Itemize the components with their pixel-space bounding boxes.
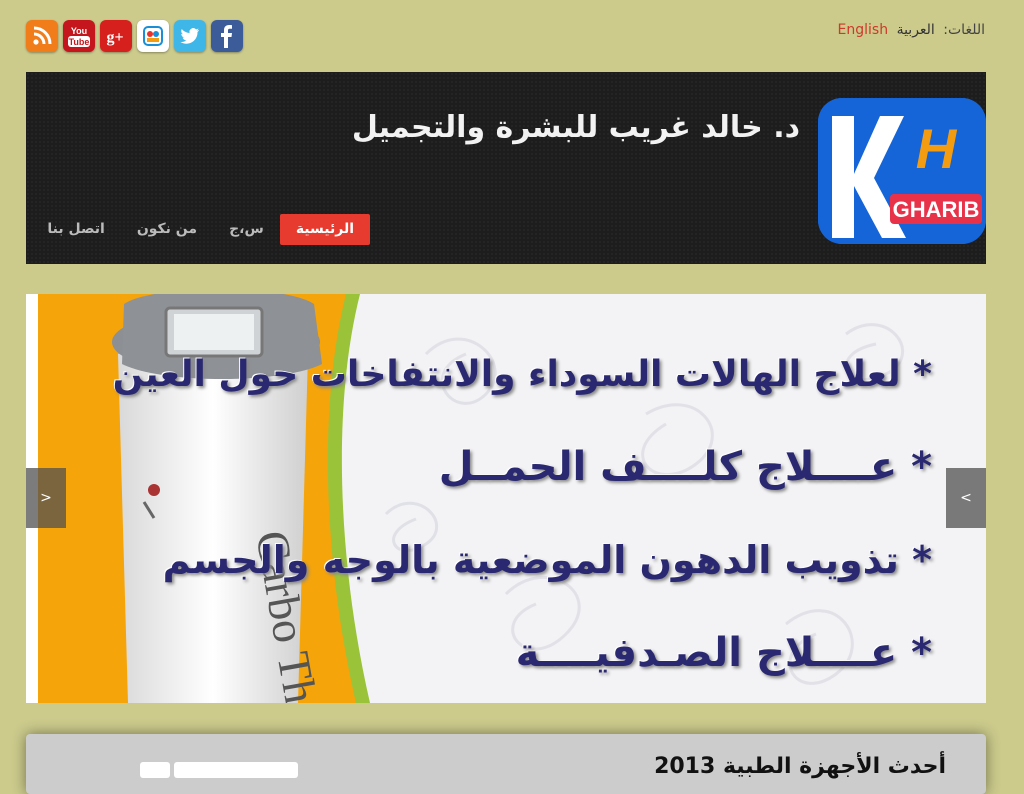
google-plus-icon[interactable]: g+ xyxy=(100,20,132,52)
slide-line: * لعلاج الهالات السوداء والانتفاخات حول … xyxy=(112,354,932,395)
twitter-icon[interactable] xyxy=(174,20,206,52)
slide-line: * عــــلاج الصـدفيــــة xyxy=(515,630,932,676)
section-heading: أحدث الأجهزة الطبية 2013 xyxy=(654,754,946,779)
share-widget[interactable] xyxy=(140,762,306,778)
nav-item-faq[interactable]: س،ج xyxy=(213,214,280,245)
facebook-icon[interactable] xyxy=(211,20,243,52)
slide-line: * تذويب الدهون الموضعية بالوجه والجسم xyxy=(162,538,932,582)
slide-line: * عــــلاج كلــــف الحمــل xyxy=(438,444,932,490)
slider-prev-button[interactable]: > xyxy=(26,468,66,528)
content-panel: أحدث الأجهزة الطبية 2013 xyxy=(26,734,986,794)
main-nav: الرئيسية س،ج من نكون اتصل بنا xyxy=(31,214,370,245)
site-logo[interactable]: H GHARIB xyxy=(818,98,986,244)
languages-label: اللغات: xyxy=(943,22,985,38)
youtube-icon[interactable]: You Tube xyxy=(63,20,95,52)
nav-item-home[interactable]: الرئيسية xyxy=(279,214,370,245)
svg-text:You: You xyxy=(71,26,87,36)
hero-slider: Carbo The * لعلاج الهالات السوداء والانت… xyxy=(26,294,986,703)
logo-text: GHARIB xyxy=(893,197,980,222)
svg-text:H: H xyxy=(916,117,958,180)
social-icons: You Tube g+ xyxy=(26,20,243,52)
language-switcher: اللغات: العربية English xyxy=(838,22,985,38)
svg-text:Tube: Tube xyxy=(69,37,90,47)
svg-text:g+: g+ xyxy=(106,29,123,46)
slide-caption: * لعلاج الهالات السوداء والانتفاخات حول … xyxy=(112,328,932,700)
slider-next-button[interactable]: < xyxy=(946,468,986,528)
language-link-english[interactable]: English xyxy=(838,22,889,38)
current-language: العربية xyxy=(896,22,935,38)
site-header: H GHARIB د. خالد غريب للبشرة والتجميل ال… xyxy=(26,72,986,264)
page-title: د. خالد غريب للبشرة والتجميل xyxy=(351,110,800,145)
stumbleupon-icon[interactable] xyxy=(137,20,169,52)
top-bar: You Tube g+ اللغات: العربية English xyxy=(0,0,1011,72)
nav-item-contact[interactable]: اتصل بنا xyxy=(31,214,120,245)
rss-icon[interactable] xyxy=(26,20,58,52)
nav-item-about[interactable]: من نكون xyxy=(121,214,213,245)
